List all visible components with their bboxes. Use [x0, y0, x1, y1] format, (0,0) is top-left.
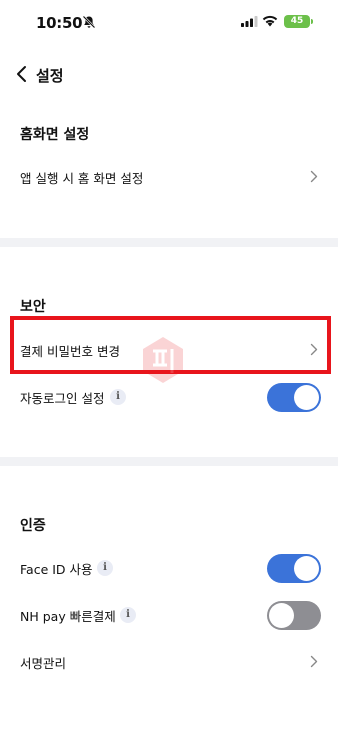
info-icon[interactable]: i [120, 607, 136, 623]
section-title-auth: 인증 [20, 518, 46, 534]
info-icon[interactable]: i [97, 560, 113, 576]
section-title-home: 홈화면 설정 [20, 127, 90, 143]
row-label: 서명관리 [20, 656, 67, 671]
row-label: Face ID 사용 [20, 562, 93, 577]
section-divider [0, 457, 338, 466]
section-title-security: 보안 [20, 299, 46, 315]
toggle-knob [294, 556, 319, 581]
wifi-icon [262, 15, 278, 27]
chevron-left-icon[interactable] [15, 65, 29, 83]
toggle-knob [269, 603, 294, 628]
auto-login-toggle[interactable] [267, 383, 321, 412]
row-label: NH pay 빠른결제 [20, 609, 116, 624]
row-nh-pay-quick-payment: NH pay 빠른결제 i [0, 595, 338, 635]
row-label: 앱 실행 시 홈 화면 설정 [20, 171, 144, 186]
row-home-screen-setting[interactable]: 앱 실행 시 홈 화면 설정 [0, 157, 338, 197]
section-divider [0, 238, 338, 247]
row-label: 자동로그인 설정 [20, 391, 105, 406]
battery-indicator: 45 [284, 15, 310, 28]
nav-header: 설정 [0, 56, 338, 92]
chevron-right-icon [310, 655, 318, 668]
battery-tip [311, 19, 313, 24]
row-face-id: Face ID 사용 i [0, 548, 338, 588]
chevron-right-icon [310, 170, 318, 183]
row-auto-login: 자동로그인 설정 i [0, 377, 338, 417]
row-signature-management[interactable]: 서명관리 [0, 642, 338, 682]
status-bar: 10:50 45 [0, 0, 338, 44]
info-icon[interactable]: i [110, 389, 126, 405]
toggle-knob [294, 385, 319, 410]
nh-pay-toggle[interactable] [267, 601, 321, 630]
page-title: 설정 [36, 67, 64, 85]
status-time: 10:50 [36, 14, 83, 32]
signal-icon [241, 16, 258, 27]
face-id-toggle[interactable] [267, 554, 321, 583]
bell-slash-icon [82, 15, 96, 29]
